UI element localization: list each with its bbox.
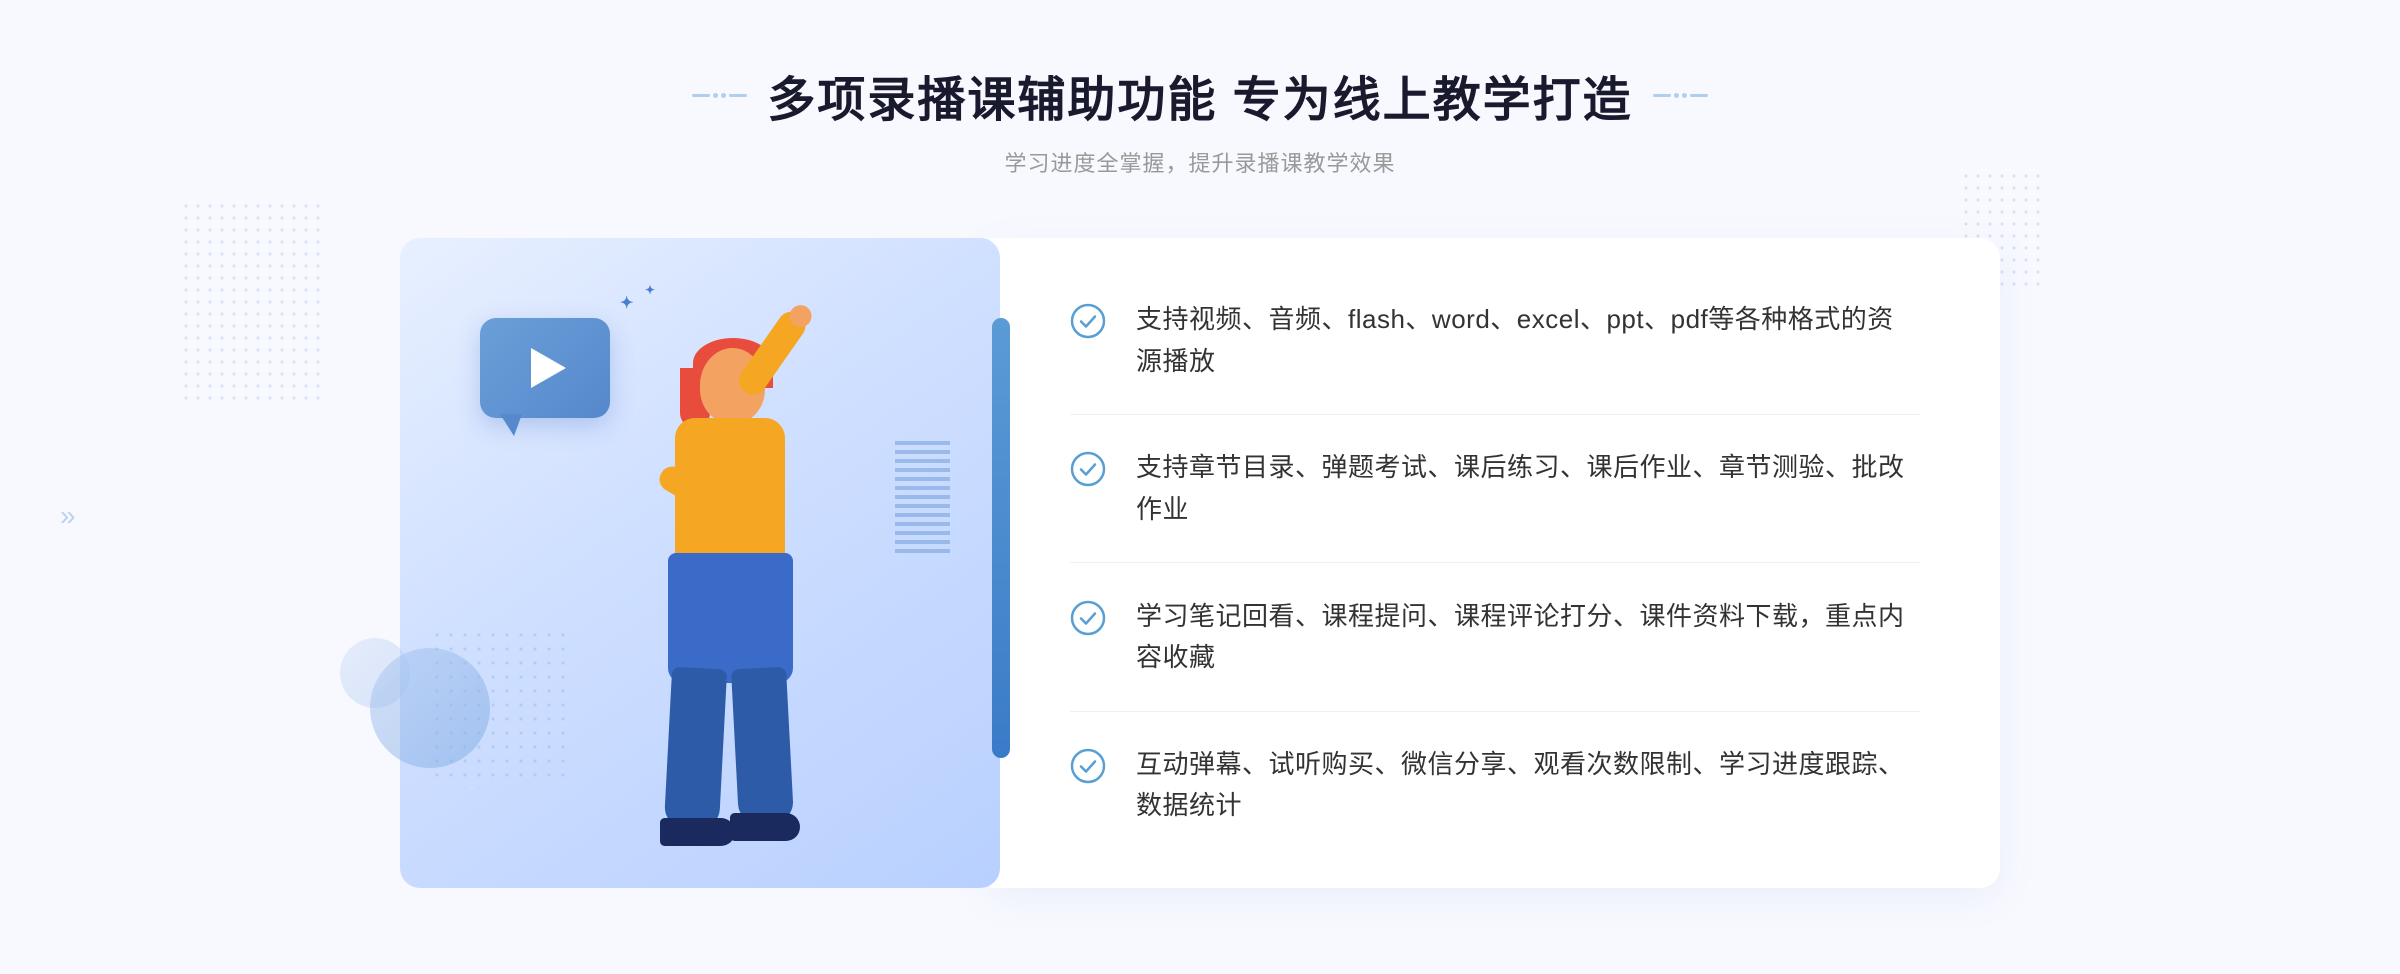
check-circle-icon-2 xyxy=(1070,451,1106,487)
check-circle-icon-3 xyxy=(1070,600,1106,636)
feature-text-1: 支持视频、音频、flash、word、excel、ppt、pdf等各种格式的资源… xyxy=(1136,299,1920,382)
right-decorator xyxy=(1653,93,1708,98)
feature-divider-1 xyxy=(1070,414,1920,415)
accent-bar xyxy=(992,318,1010,758)
feature-text-2: 支持章节目录、弹题考试、课后练习、课后作业、章节测验、批改作业 xyxy=(1136,447,1920,530)
feature-divider-3 xyxy=(1070,711,1920,712)
person-figure xyxy=(580,328,880,888)
title-row: 多项录播课辅助功能 专为线上教学打造 xyxy=(692,60,1707,130)
feature-item-1: 支持视频、音频、flash、word、excel、ppt、pdf等各种格式的资源… xyxy=(1070,289,1920,392)
left-decorator xyxy=(692,93,747,98)
subtitle: 学习进度全掌握，提升录播课教学效果 xyxy=(692,146,1707,178)
person-shoe-left xyxy=(660,818,735,846)
play-icon xyxy=(531,348,566,388)
bg-dots-left xyxy=(180,200,320,400)
sparkle-icon-2: ✦ xyxy=(645,283,655,297)
person-shoe-right xyxy=(730,813,800,841)
main-title: 多项录播课辅助功能 专为线上教学打造 xyxy=(767,60,1632,130)
person-pants xyxy=(668,553,793,683)
illustration-card: ✦ ✦ xyxy=(400,238,1000,888)
person-leg-right xyxy=(731,667,794,825)
features-panel: 支持视频、音频、flash、word、excel、ppt、pdf等各种格式的资源… xyxy=(990,238,2000,888)
deco-circle-small xyxy=(340,638,410,708)
striped-deco xyxy=(895,438,950,558)
feature-item-3: 学习笔记回看、课程提问、课程评论打分、课件资料下载，重点内容收藏 xyxy=(1070,586,1920,689)
person-leg-left xyxy=(664,667,727,830)
feature-text-4: 互动弹幕、试听购买、微信分享、观看次数限制、学习进度跟踪、数据统计 xyxy=(1136,744,1920,827)
page-container: » 多项录播课辅助功能 专为线上教学打造 学习进度全掌握，提升录播课教学效果 xyxy=(0,0,2400,974)
feature-item-2: 支持章节目录、弹题考试、课后练习、课后作业、章节测验、批改作业 xyxy=(1070,437,1920,540)
feature-item-4: 互动弹幕、试听购买、微信分享、观看次数限制、学习进度跟踪、数据统计 xyxy=(1070,734,1920,837)
check-circle-icon-1 xyxy=(1070,303,1106,339)
header-section: 多项录播课辅助功能 专为线上教学打造 学习进度全掌握，提升录播课教学效果 xyxy=(692,60,1707,178)
check-circle-icon-4 xyxy=(1070,748,1106,784)
main-content: ✦ ✦ xyxy=(400,228,2000,908)
feature-divider-2 xyxy=(1070,562,1920,563)
sparkle-icon-1: ✦ xyxy=(620,293,633,313)
person-hand-right xyxy=(785,301,816,332)
feature-text-3: 学习笔记回看、课程提问、课程评论打分、课件资料下载，重点内容收藏 xyxy=(1136,596,1920,679)
arrow-left-icon: » xyxy=(60,500,76,532)
